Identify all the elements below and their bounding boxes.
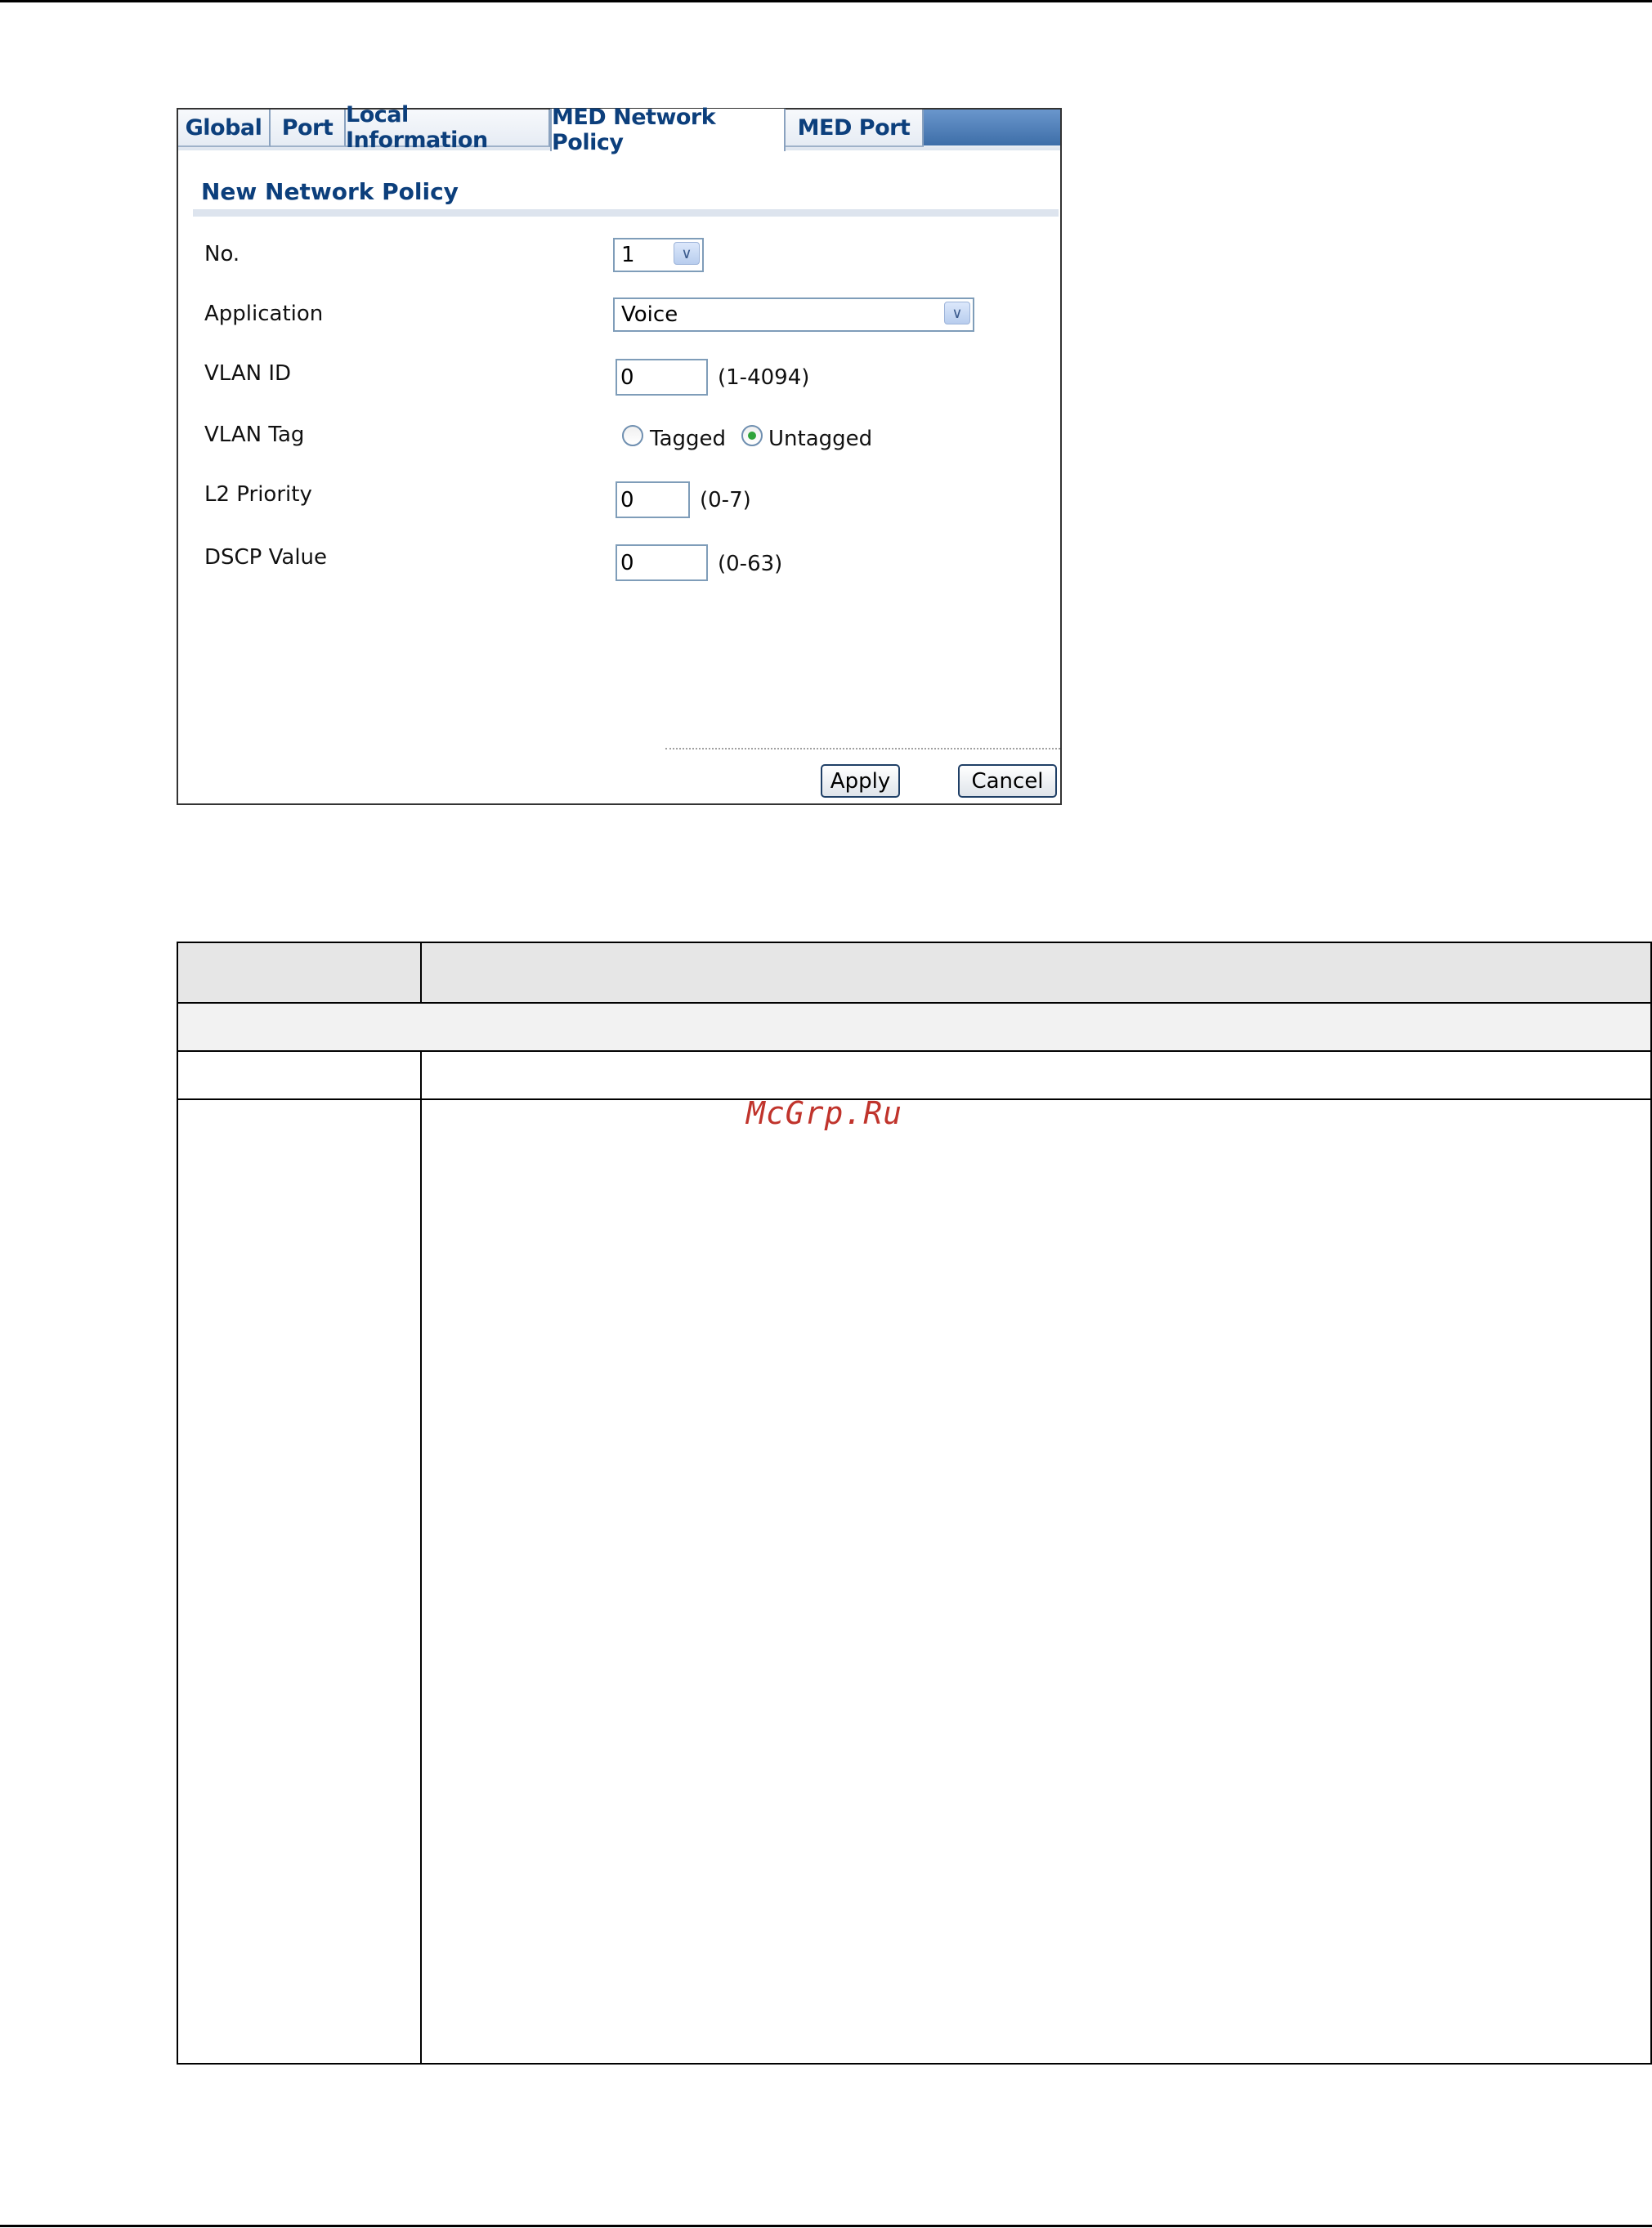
tab-bar-fill <box>924 110 1060 145</box>
table-header <box>178 943 1650 1004</box>
vlan-id-range: (1-4094) <box>718 365 810 390</box>
tab-med-port[interactable]: MED Port <box>786 110 924 147</box>
chevron-down-icon: ∨ <box>674 242 700 265</box>
med-network-policy-panel: Global Port Local Information MED Networ… <box>177 102 1062 805</box>
vlan-tag-untagged-label: Untagged <box>768 427 873 451</box>
page-top-rule <box>0 0 1652 2</box>
no-select[interactable]: 1 ∨ <box>613 238 704 272</box>
vlan-id-label: VLAN ID <box>204 361 292 386</box>
no-label: No. <box>204 242 240 266</box>
table-column-divider <box>420 1100 422 2063</box>
section-title: New Network Policy <box>201 178 459 205</box>
table-row <box>178 1100 1650 2063</box>
radio-unchecked-icon[interactable] <box>622 425 643 446</box>
tab-bar: Global Port Local Information MED Networ… <box>178 102 1060 155</box>
tab-med-network-policy[interactable]: MED Network Policy <box>550 105 786 155</box>
dscp-label: DSCP Value <box>204 545 328 570</box>
l2-priority-label: L2 Priority <box>204 482 312 507</box>
section-divider <box>193 209 1059 217</box>
application-select-value: Voice <box>621 302 678 327</box>
vlan-tag-label: VLAN Tag <box>204 423 305 447</box>
tab-port[interactable]: Port <box>271 110 346 147</box>
application-label: Application <box>204 302 324 326</box>
vlan-tag-tagged-label: Tagged <box>650 427 727 451</box>
page-bottom-rule <box>0 2225 1652 2227</box>
tab-local-information[interactable]: Local Information <box>346 102 550 153</box>
l2-priority-input[interactable]: 0 <box>616 481 690 518</box>
tab-global[interactable]: Global <box>178 110 271 147</box>
vlan-id-input[interactable]: 0 <box>616 359 708 396</box>
l2-priority-range: (0-7) <box>700 488 751 512</box>
description-table <box>177 942 1652 2065</box>
watermark: McGrp.Ru <box>746 1095 903 1131</box>
table-row <box>178 1052 1650 1100</box>
apply-button[interactable]: Apply <box>821 764 900 798</box>
radio-checked-icon[interactable] <box>741 425 763 446</box>
dscp-range: (0-63) <box>718 552 783 576</box>
dscp-input[interactable]: 0 <box>616 544 708 581</box>
no-select-value: 1 <box>621 243 635 267</box>
table-column-divider <box>420 1052 422 1098</box>
button-divider <box>665 748 1060 749</box>
application-select[interactable]: Voice ∨ <box>613 298 974 332</box>
table-column-divider <box>420 943 422 1004</box>
table-row <box>178 1004 1650 1052</box>
chevron-down-icon: ∨ <box>944 302 970 324</box>
cancel-button[interactable]: Cancel <box>958 764 1057 798</box>
